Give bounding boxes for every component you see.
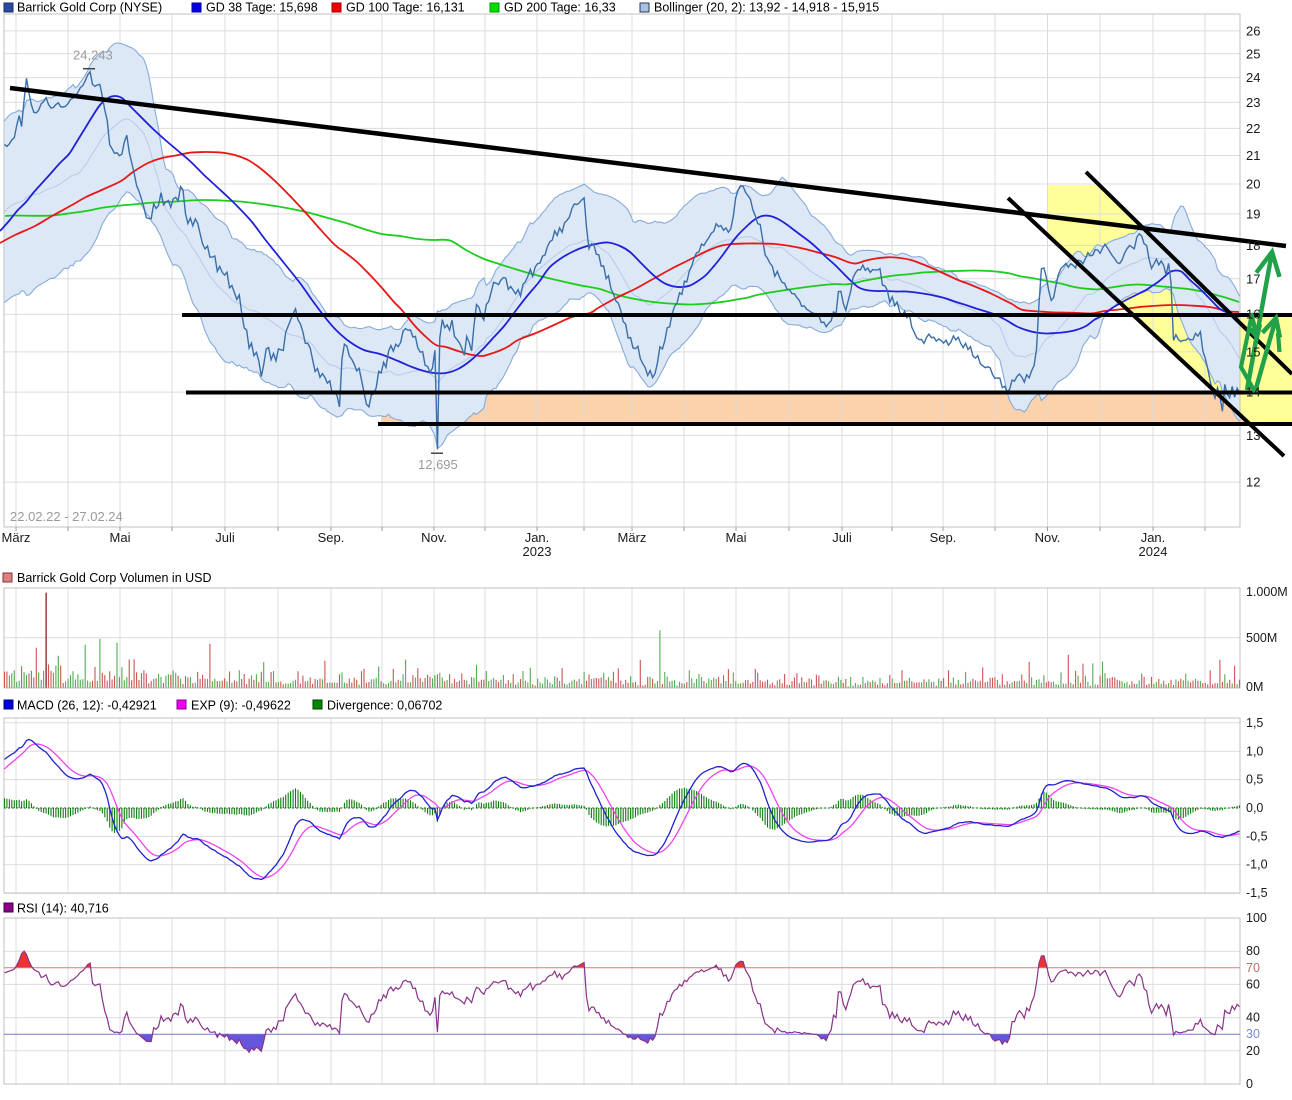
svg-text:19: 19	[1246, 206, 1260, 221]
svg-text:26: 26	[1246, 23, 1260, 38]
svg-text:0M: 0M	[1246, 680, 1263, 694]
svg-text:25: 25	[1246, 46, 1260, 61]
svg-text:Divergence: 0,06702: Divergence: 0,06702	[327, 699, 442, 713]
svg-text:100: 100	[1246, 911, 1267, 925]
svg-text:Nov.: Nov.	[1035, 530, 1061, 545]
svg-text:0,5: 0,5	[1246, 773, 1263, 787]
svg-text:-1,0: -1,0	[1246, 858, 1268, 872]
svg-text:Nov.: Nov.	[421, 530, 447, 545]
svg-text:13: 13	[1246, 428, 1260, 443]
svg-text:Sep.: Sep.	[318, 530, 345, 545]
svg-text:März: März	[618, 530, 647, 545]
svg-text:Jan.: Jan.	[525, 530, 550, 545]
svg-text:500M: 500M	[1246, 631, 1277, 645]
svg-text:20: 20	[1246, 177, 1260, 192]
svg-text:RSI (14): 40,716: RSI (14): 40,716	[17, 902, 109, 916]
svg-text:0: 0	[1246, 1077, 1253, 1091]
svg-text:22.02.22 - 27.02.24: 22.02.22 - 27.02.24	[10, 509, 123, 524]
svg-text:24,243: 24,243	[73, 48, 113, 63]
svg-text:20: 20	[1246, 1044, 1260, 1058]
svg-text:Sep.: Sep.	[930, 530, 957, 545]
svg-text:30: 30	[1246, 1027, 1260, 1041]
svg-text:-0,5: -0,5	[1246, 829, 1268, 843]
svg-text:12: 12	[1246, 475, 1260, 490]
svg-text:-1,5: -1,5	[1246, 886, 1268, 900]
svg-text:2023: 2023	[523, 544, 552, 559]
svg-text:EXP (9): -0,49622: EXP (9): -0,49622	[191, 699, 291, 713]
svg-text:GD 100 Tage: 16,131: GD 100 Tage: 16,131	[346, 1, 465, 15]
svg-text:0,0: 0,0	[1246, 801, 1263, 815]
svg-text:23: 23	[1246, 95, 1260, 110]
svg-text:MACD (26, 12): -0,42921: MACD (26, 12): -0,42921	[17, 699, 157, 713]
svg-text:GD 200 Tage: 16,33: GD 200 Tage: 16,33	[504, 1, 616, 15]
svg-text:12,695: 12,695	[418, 457, 458, 472]
svg-text:März: März	[2, 530, 31, 545]
svg-text:15: 15	[1246, 344, 1260, 359]
svg-text:60: 60	[1246, 977, 1260, 991]
svg-text:1,5: 1,5	[1246, 716, 1263, 730]
svg-text:Juli: Juli	[215, 530, 235, 545]
svg-text:Juli: Juli	[832, 530, 852, 545]
svg-text:1,0: 1,0	[1246, 744, 1263, 758]
svg-text:GD 38 Tage: 15,698: GD 38 Tage: 15,698	[206, 1, 318, 15]
svg-text:70: 70	[1246, 961, 1260, 975]
svg-text:16: 16	[1246, 307, 1260, 322]
svg-text:Bollinger (20, 2): 13,92 - 14,: Bollinger (20, 2): 13,92 - 14,918 - 15,9…	[654, 1, 879, 15]
svg-text:24: 24	[1246, 70, 1260, 85]
svg-text:22: 22	[1246, 121, 1260, 136]
svg-text:Barrick Gold Corp (NYSE): Barrick Gold Corp (NYSE)	[17, 1, 162, 15]
svg-text:14: 14	[1246, 385, 1260, 400]
svg-text:17: 17	[1246, 271, 1260, 286]
svg-text:1.000M: 1.000M	[1246, 585, 1288, 599]
svg-text:18: 18	[1246, 238, 1260, 253]
svg-text:Barrick Gold Corp Volumen in U: Barrick Gold Corp Volumen in USD	[17, 571, 212, 585]
svg-text:80: 80	[1246, 944, 1260, 958]
svg-text:Mai: Mai	[726, 530, 747, 545]
svg-text:2024: 2024	[1139, 544, 1168, 559]
svg-text:Jan.: Jan.	[1141, 530, 1166, 545]
svg-text:21: 21	[1246, 148, 1260, 163]
svg-text:40: 40	[1246, 1011, 1260, 1025]
svg-text:Mai: Mai	[110, 530, 131, 545]
